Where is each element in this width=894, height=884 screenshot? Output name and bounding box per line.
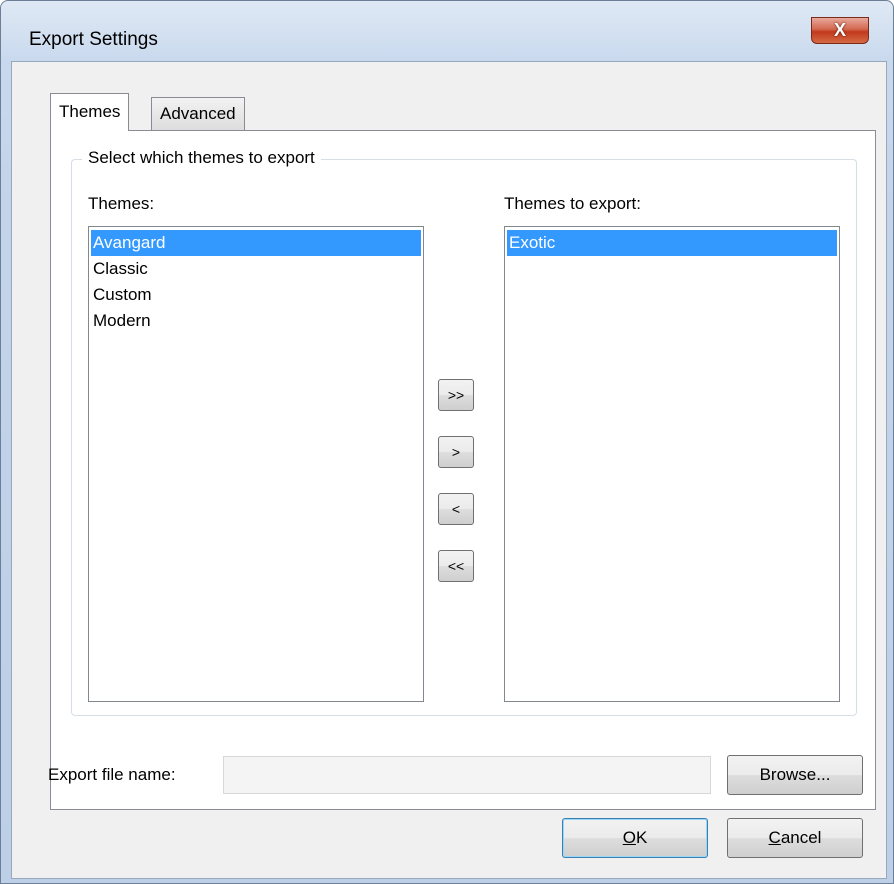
tab-themes-label: Themes	[59, 102, 121, 121]
export-settings-window: Export Settings X Themes Advanced Select…	[0, 0, 894, 884]
tab-advanced[interactable]: Advanced	[151, 97, 245, 131]
list-item[interactable]: Exotic	[507, 230, 837, 256]
browse-button[interactable]: Browse...	[727, 755, 863, 795]
close-icon: X	[833, 20, 846, 40]
ok-mnemonic: O	[622, 828, 636, 847]
list-item[interactable]: Modern	[91, 308, 421, 334]
export-themes-label: Themes to export:	[504, 194, 642, 213]
group-label: Select which themes to export	[82, 148, 321, 168]
export-themes-list[interactable]: Exotic	[504, 226, 840, 702]
dialog-body: Themes Advanced Select which themes to e…	[11, 61, 887, 879]
add-button[interactable]: >	[438, 436, 474, 468]
ok-label-rest: K	[635, 828, 648, 847]
ok-button[interactable]: OK	[562, 818, 708, 858]
remove-all-button[interactable]: <<	[438, 550, 474, 582]
list-item[interactable]: Classic	[91, 256, 421, 282]
title-bar[interactable]: Export Settings X	[1, 1, 893, 57]
tab-themes[interactable]: Themes	[50, 93, 130, 131]
window-title: Export Settings	[29, 29, 158, 50]
themes-tab-page: Select which themes to export Themes: Av…	[50, 130, 876, 810]
cancel-label-rest: ancel	[780, 828, 822, 847]
tab-advanced-label: Advanced	[160, 104, 236, 123]
list-item[interactable]: Custom	[91, 282, 421, 308]
select-themes-group: Select which themes to export Themes: Av…	[71, 148, 857, 716]
cancel-mnemonic: C	[768, 828, 781, 847]
export-file-name-input[interactable]	[223, 756, 711, 794]
close-button[interactable]: X	[811, 17, 869, 44]
export-file-name-label: Export file name:	[48, 765, 176, 784]
add-all-button[interactable]: >>	[438, 379, 474, 411]
available-themes-label: Themes:	[88, 194, 155, 213]
list-item[interactable]: Avangard	[91, 230, 421, 256]
cancel-button[interactable]: Cancel	[727, 818, 863, 858]
remove-button[interactable]: <	[438, 493, 474, 525]
available-themes-list[interactable]: Avangard Classic Custom Modern	[88, 226, 424, 702]
